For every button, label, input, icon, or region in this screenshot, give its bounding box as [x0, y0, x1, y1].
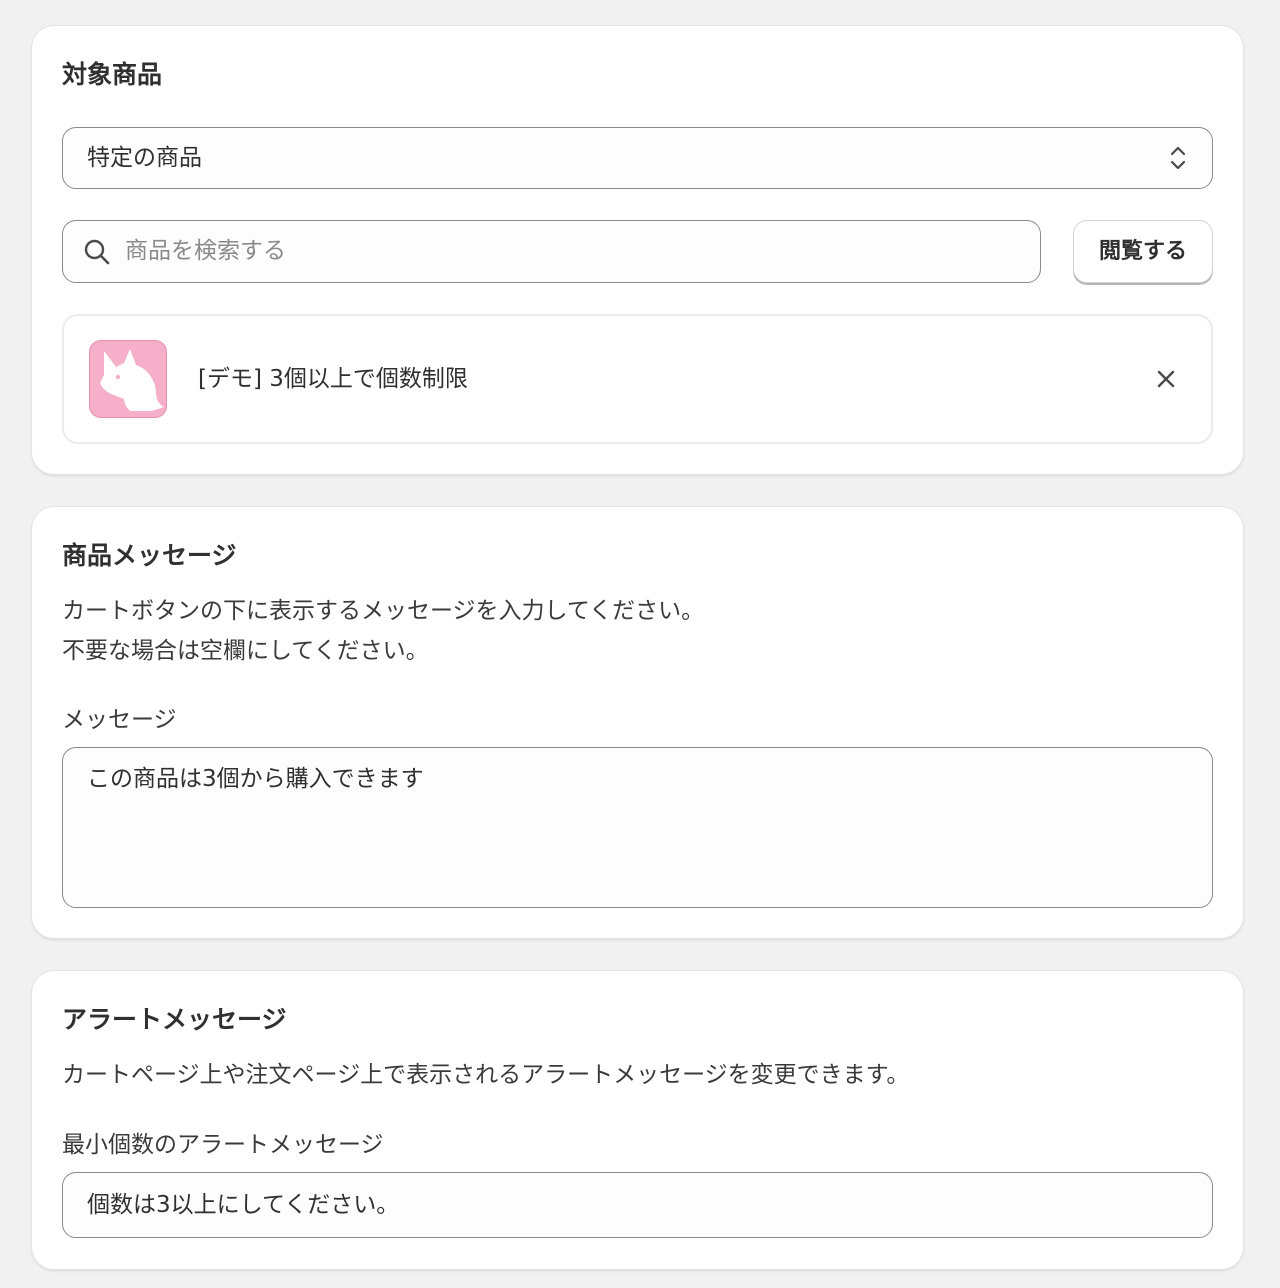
- min-quantity-alert-value: 個数は3以上にしてください。: [87, 1192, 400, 1218]
- product-scope-value: 特定の商品: [87, 145, 202, 171]
- search-icon: [84, 239, 110, 265]
- min-quantity-alert-input[interactable]: 個数は3以上にしてください。: [62, 1172, 1213, 1238]
- browse-button[interactable]: 閲覧する: [1073, 220, 1213, 283]
- product-message-card: 商品メッセージ カートボタンの下に表示するメッセージを入力してください。 不要な…: [32, 507, 1243, 938]
- selected-product-item: [デモ] 3個以上で個数制限: [62, 314, 1213, 444]
- alert-message-title: アラートメッセージ: [62, 1005, 287, 1034]
- product-message-title: 商品メッセージ: [62, 541, 237, 570]
- close-icon[interactable]: [1155, 368, 1177, 390]
- product-scope-select[interactable]: 特定の商品: [62, 127, 1213, 189]
- selected-product-name: [デモ] 3個以上で個数制限: [198, 366, 468, 392]
- product-search-input[interactable]: 商品を検索する: [62, 220, 1041, 283]
- dog-icon: [100, 349, 164, 411]
- message-textarea[interactable]: この商品は3個から購入できます: [62, 747, 1213, 908]
- product-message-description-line1: カートボタンの下に表示するメッセージを入力してください。: [62, 598, 705, 624]
- min-quantity-alert-label: 最小個数のアラートメッセージ: [62, 1132, 384, 1158]
- alert-message-description: カートページ上や注文ページ上で表示されるアラートメッセージを変更できます。: [62, 1062, 910, 1088]
- product-message-description-line2: 不要な場合は空欄にしてください。: [62, 638, 429, 664]
- message-field-label: メッセージ: [62, 707, 177, 733]
- target-products-card: 対象商品 特定の商品 商品を検索する 閲覧する [デモ] 3個以上で個数制限: [32, 26, 1243, 474]
- alert-message-card: アラートメッセージ カートページ上や注文ページ上で表示されるアラートメッセージを…: [32, 971, 1243, 1269]
- target-products-title: 対象商品: [62, 60, 163, 89]
- chevron-up-down-icon: [1170, 146, 1186, 170]
- product-thumbnail: [89, 340, 167, 418]
- search-placeholder: 商品を検索する: [125, 238, 286, 264]
- message-textarea-value: この商品は3個から購入できます: [87, 766, 424, 792]
